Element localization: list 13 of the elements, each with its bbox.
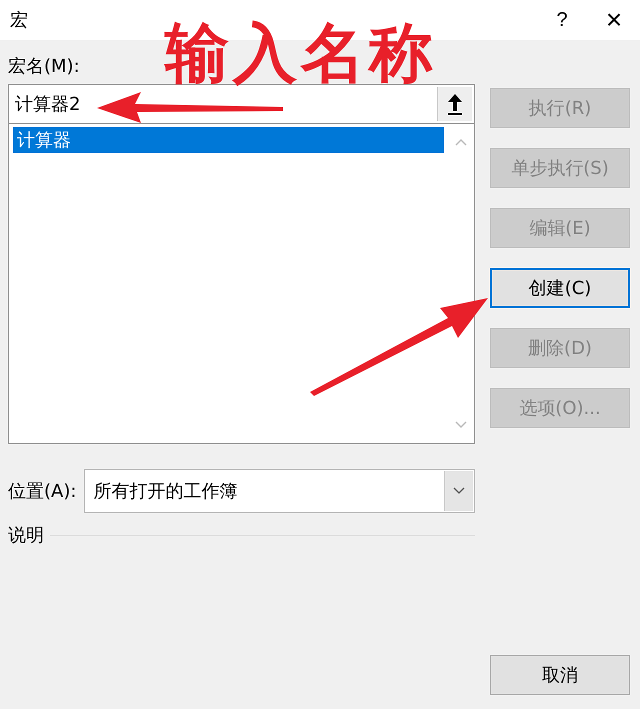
macro-list-item[interactable]: 计算器 [13,127,444,153]
dropdown-chevron-icon[interactable] [444,471,473,511]
close-button[interactable]: × [588,0,640,40]
description-label: 说明 [8,524,44,547]
cancel-button[interactable]: 取消 [490,655,630,695]
location-label: 位置(A): [8,480,76,503]
help-button[interactable]: ? [536,0,588,40]
dialog-button[interactable]: 创建(C) [490,268,630,308]
window-title: 宏 [10,9,28,32]
scroll-down-icon[interactable] [455,421,467,429]
location-dropdown[interactable]: 所有打开的工作簿 [84,469,475,513]
scroll-up-icon[interactable] [455,138,467,146]
macro-name-label: 宏名(M): [8,55,81,78]
